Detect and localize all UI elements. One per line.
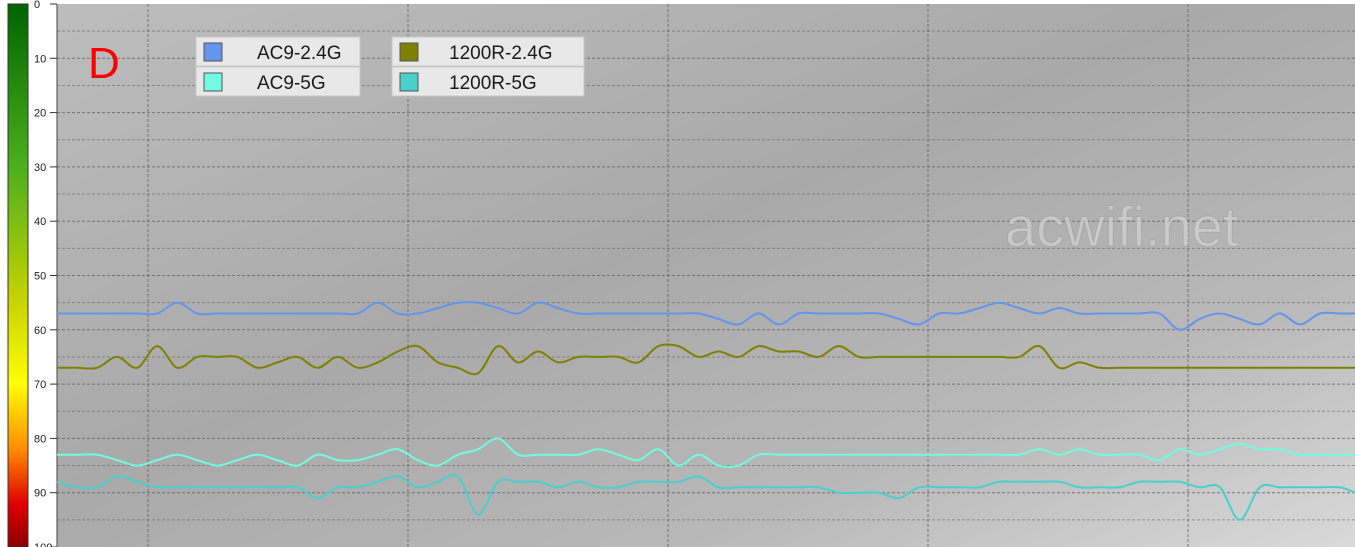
legend-item-1200r-2-4g: 1200R-2.4G [391, 36, 585, 67]
legend-swatch [399, 42, 419, 62]
y-tick-label: 40 [34, 216, 46, 228]
y-tick-label: 50 [34, 271, 46, 283]
chart-annotation-letter: D [88, 39, 120, 88]
legend-swatch [399, 72, 419, 92]
legend-swatch [203, 42, 223, 62]
signal-strength-chart: 0 10 20 30 40 50 60 70 80 90 100 D acwifi.net AC9-… [0, 0, 1355, 547]
legend-item-ac9-5g: AC9-5G [195, 66, 361, 97]
signal-color-scale [7, 3, 29, 547]
legend-item-1200r-5g: 1200R-5G [391, 66, 585, 97]
legend-label: 1200R-5G [449, 73, 537, 94]
legend-label: AC9-5G [257, 73, 326, 94]
y-tick-label: 60 [34, 325, 46, 337]
y-tick-label: 90 [34, 488, 46, 500]
y-tick-label: 100 [34, 542, 52, 547]
legend-swatch [203, 72, 223, 92]
y-tick-label: 10 [34, 53, 46, 65]
legend-item-ac9-2-4g: AC9-2.4G [195, 36, 361, 67]
y-tick-label: 30 [34, 162, 46, 174]
legend-label: 1200R-2.4G [449, 43, 553, 64]
y-tick-label: 70 [34, 379, 46, 391]
y-tick-label: 0 [34, 0, 40, 11]
watermark: acwifi.net [1005, 195, 1239, 258]
chart-root: 0 10 20 30 40 50 60 70 80 90 100 D acwifi.net AC9-… [0, 0, 1355, 547]
y-tick-label: 20 [34, 108, 46, 120]
y-tick-label: 80 [34, 433, 46, 445]
legend-label: AC9-2.4G [257, 43, 341, 64]
